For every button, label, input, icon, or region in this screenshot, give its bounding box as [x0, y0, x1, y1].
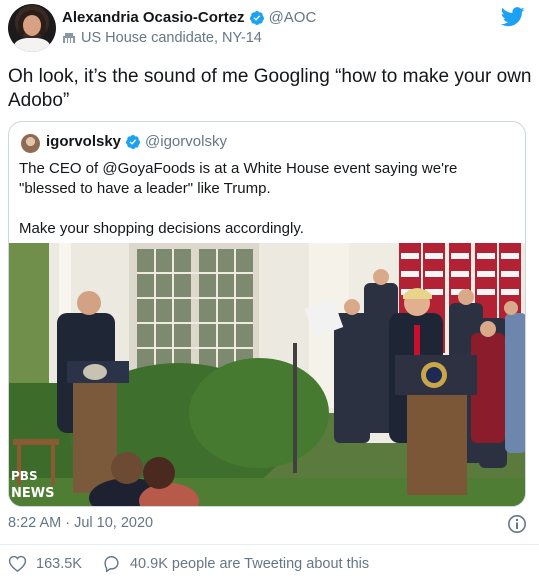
verified-badge-icon: [126, 134, 141, 149]
svg-text:PBS: PBS: [11, 469, 38, 483]
tweet-text: Oh look, it’s the sound of me Googling “…: [8, 66, 532, 111]
tweet-timestamp[interactable]: 8:22 AM · Jul 10, 2020: [8, 515, 153, 531]
svg-text:NEWS: NEWS: [11, 486, 54, 501]
author-handle[interactable]: @AOC: [269, 9, 317, 26]
footer-divider: [0, 544, 539, 545]
author-account-label: US House candidate, NY-14: [81, 30, 262, 46]
speech-bubble-icon[interactable]: [102, 554, 121, 573]
info-icon[interactable]: [507, 514, 527, 534]
quoted-author-handle: @igorvolsky: [145, 133, 227, 150]
verified-badge-icon: [249, 10, 264, 25]
twitter-bird-icon[interactable]: [501, 7, 525, 27]
quoted-tweet-photo[interactable]: PBS NEWS: [9, 243, 526, 507]
like-count[interactable]: 163.5K: [36, 556, 82, 572]
tweet-actions: 163.5K 40.9K people are Tweeting about t…: [8, 554, 369, 573]
conversation-link[interactable]: 40.9K people are Tweeting about this: [130, 556, 369, 572]
heart-icon[interactable]: [8, 554, 27, 573]
author-display-name[interactable]: Alexandria Ocasio-Cortez: [62, 9, 245, 26]
quoted-author-display-name: igorvolsky: [46, 133, 122, 150]
tweet-card: Alexandria Ocasio-Cortez @AOC US House c…: [0, 0, 539, 584]
author-label-row: US House candidate, NY-14: [62, 30, 262, 46]
quoted-tweet-text: The CEO of @GoyaFoods is at a White Hous…: [19, 160, 458, 237]
quoted-author-avatar: [21, 134, 40, 153]
author-name-row[interactable]: Alexandria Ocasio-Cortez @AOC: [62, 9, 316, 26]
quoted-tweet-card[interactable]: igorvolsky @igorvolsky The CEO of @GoyaF…: [8, 121, 526, 507]
government-building-icon: [63, 33, 75, 43]
author-avatar[interactable]: [8, 4, 56, 52]
quoted-author-name-row: igorvolsky @igorvolsky: [46, 133, 227, 150]
